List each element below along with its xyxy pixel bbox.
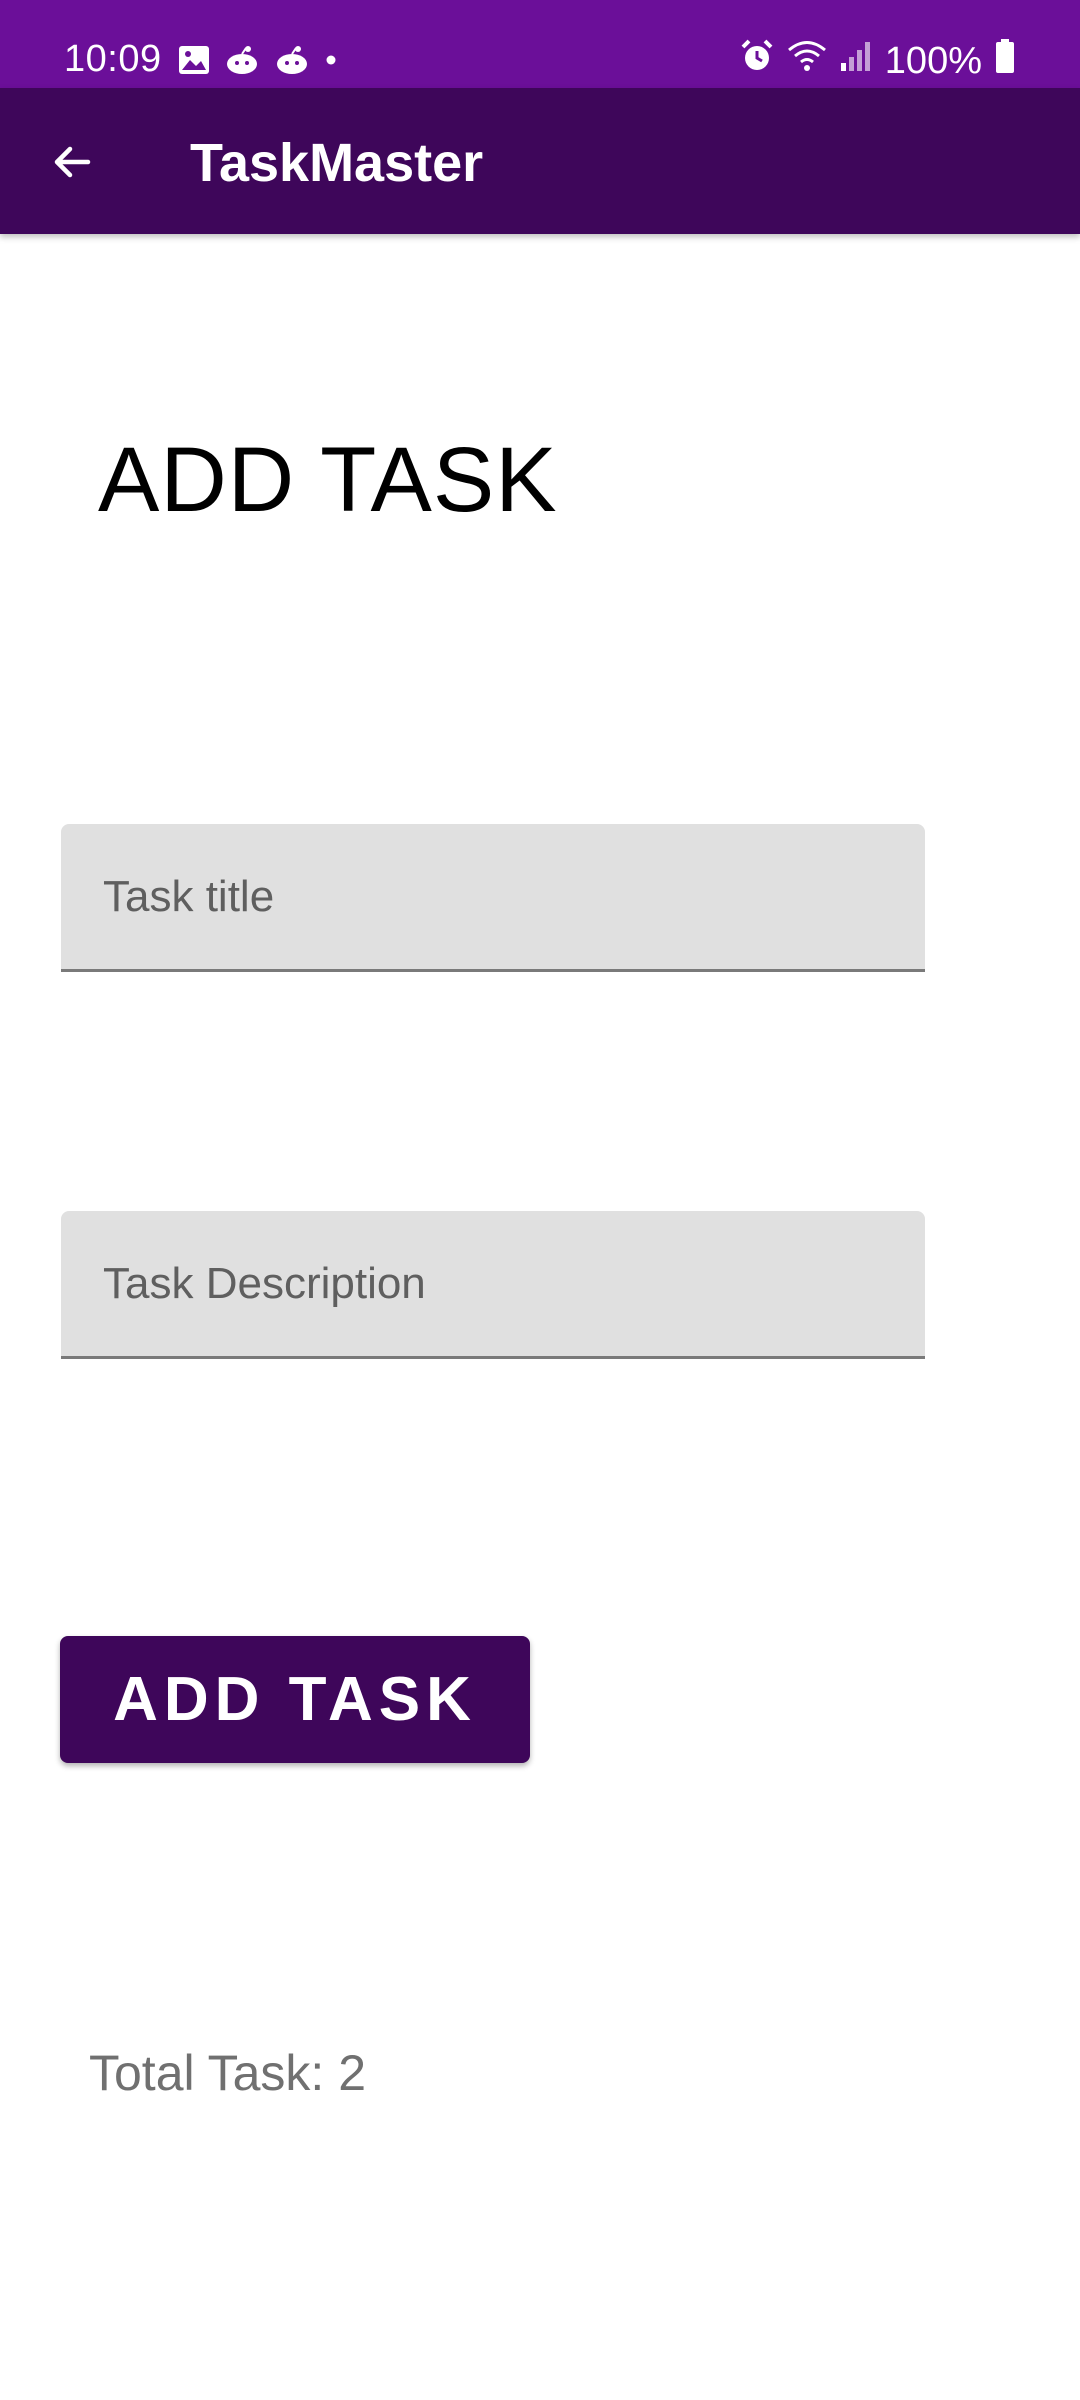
wifi-icon: [787, 39, 827, 83]
notification-icons: [178, 44, 338, 81]
reddit-icon: [224, 44, 260, 81]
total-task-count: Total Task: 2: [89, 2045, 367, 2101]
app-title: TaskMaster: [190, 133, 484, 193]
add-task-button[interactable]: ADD TASK: [60, 1636, 530, 1763]
system-status: 100%: [739, 38, 1016, 84]
signal-icon: [839, 39, 873, 83]
page-heading: ADD TASK: [98, 429, 558, 531]
task-description-field[interactable]: [61, 1211, 925, 1359]
back-button[interactable]: [34, 124, 110, 200]
gallery-icon: [178, 45, 210, 80]
arrow-back-icon: [54, 146, 91, 178]
battery-icon: [994, 38, 1016, 84]
dot-icon: [324, 53, 338, 72]
alarm-icon: [739, 38, 775, 84]
battery-text: 100%: [884, 39, 982, 82]
reddit-icon: [274, 44, 310, 81]
task-title-input[interactable]: [61, 824, 925, 969]
status-bar: 10:09 100%: [0, 0, 1080, 88]
task-title-field[interactable]: [61, 824, 925, 972]
status-time: 10:09: [64, 38, 162, 80]
task-description-input[interactable]: [61, 1211, 925, 1356]
app-bar: TaskMaster: [0, 88, 1080, 234]
